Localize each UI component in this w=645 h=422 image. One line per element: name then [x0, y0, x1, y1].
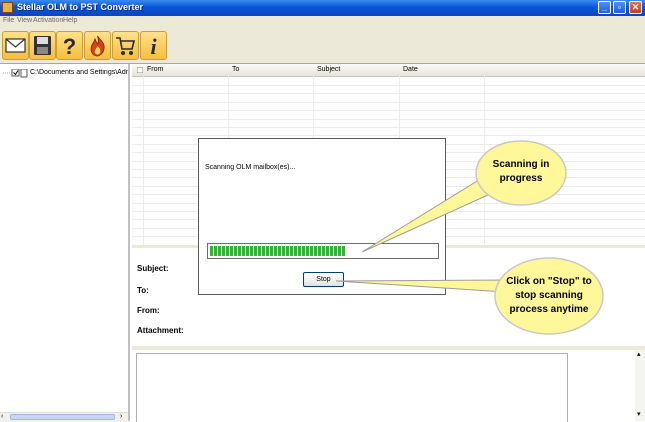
callout-scanning-text: Scanning in progress: [478, 158, 564, 186]
callout-stop-line3: process anytime: [509, 304, 589, 315]
callout-stop-text: Click on "Stop" to stop scanning process…: [496, 275, 602, 317]
callout-scanning-line1: Scanning in: [492, 159, 550, 170]
callout-stop-line1: Click on "Stop" to: [506, 276, 592, 287]
callout-overlay: [335, 140, 604, 335]
callout-stop-line2: stop scanning: [515, 290, 583, 301]
callout-scanning-line2: progress: [499, 173, 543, 184]
callout-pointer-stop: [335, 279, 506, 293]
